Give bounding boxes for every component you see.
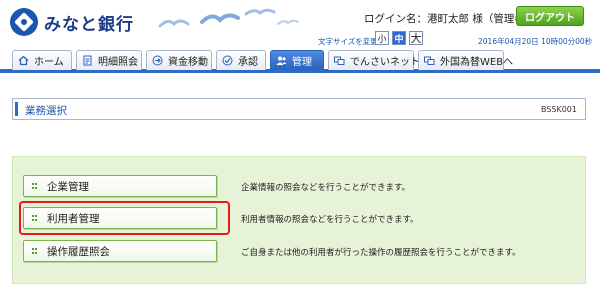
tab-approval-label: 承認	[238, 57, 258, 68]
operation-history-description: ご自身または他の利用者が行った操作の履歴照会を行うことができます。	[241, 248, 521, 258]
header: みなと銀行 ログイン名：港町太郎 様（管理者ユーザ） ログアウト 文字サイズを変…	[0, 0, 600, 46]
operation-history-label: 操作履歴照会	[47, 245, 110, 258]
font-size-large-button[interactable]: 大	[409, 31, 423, 45]
tab-management[interactable]: 管理	[270, 50, 324, 70]
tab-home[interactable]: ホーム	[12, 50, 72, 70]
page-title: 業務選択	[25, 105, 67, 117]
check-icon	[222, 55, 233, 66]
tab-fund-transfer[interactable]: 資金移動	[146, 50, 212, 70]
users-icon	[276, 55, 287, 66]
document-icon	[82, 55, 93, 66]
logout-button[interactable]: ログアウト	[516, 6, 584, 26]
bank-logo[interactable]: みなと銀行	[10, 8, 134, 36]
user-management-description: 利用者情報の照会などを行うことができます。	[241, 215, 419, 225]
font-size-small-button[interactable]: 小	[375, 31, 389, 45]
transfer-icon	[152, 55, 163, 66]
operation-history-button[interactable]: 操作履歴照会	[23, 240, 217, 262]
datetime: 2016年04月20日 10時00分00秒	[478, 37, 593, 46]
bank-logo-icon	[10, 8, 38, 36]
tab-densai-net[interactable]: でんさいネットへ	[328, 50, 430, 70]
tab-approval[interactable]: 承認	[216, 50, 266, 70]
home-icon	[18, 55, 29, 66]
main-nav: ホーム 明細照会 資金移動 承認 管理 でんさいネットへ 外国為替WEBへ	[0, 50, 600, 73]
bank-name: みなと銀行	[44, 14, 134, 35]
window-link-icon	[334, 55, 345, 66]
bullet-icon	[32, 247, 38, 255]
tab-fund-transfer-label: 資金移動	[168, 57, 208, 68]
screen-code: BSSK001	[540, 105, 577, 114]
highlight-frame	[19, 201, 230, 235]
company-management-label: 企業管理	[47, 180, 89, 193]
seagulls-decoration-icon	[158, 8, 299, 28]
tab-statements[interactable]: 明細照会	[76, 50, 142, 70]
title-accent	[15, 102, 18, 116]
company-management-description: 企業情報の照会などを行うことができます。	[241, 183, 411, 193]
tab-management-label: 管理	[292, 57, 312, 68]
tab-home-label: ホーム	[34, 57, 64, 68]
font-size-label: 文字サイズを変更	[318, 37, 378, 46]
company-management-button[interactable]: 企業管理	[23, 175, 217, 197]
page-title-bar: 業務選択 BSSK001	[12, 98, 586, 120]
font-size-medium-button[interactable]: 中	[392, 31, 406, 45]
tab-forex-web[interactable]: 外国為替WEBへ	[418, 50, 513, 70]
tab-forex-web-label: 外国為替WEBへ	[440, 57, 514, 68]
tab-statements-label: 明細照会	[98, 57, 138, 68]
bullet-icon	[32, 182, 38, 190]
window-link-icon	[424, 55, 435, 66]
